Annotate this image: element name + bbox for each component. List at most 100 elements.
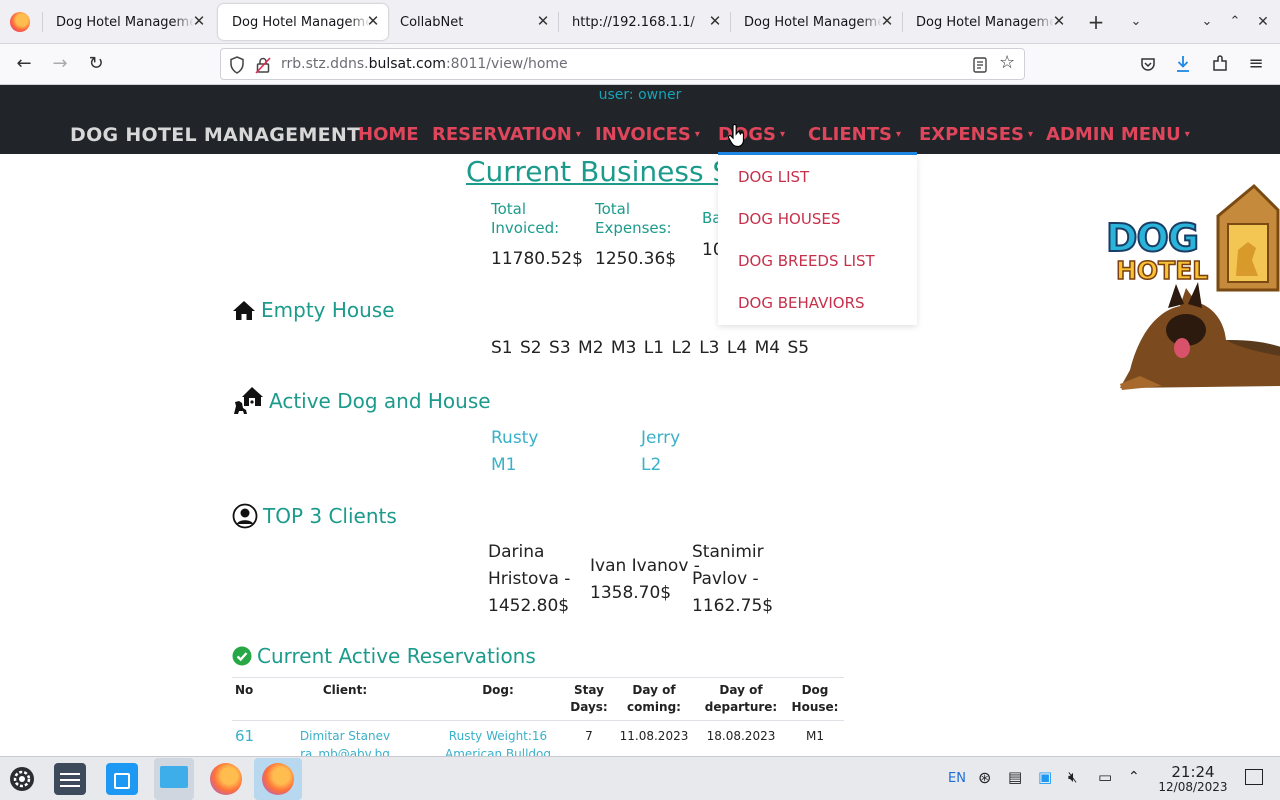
dropdown-dog-breeds-list[interactable]: DOG BREEDS LIST <box>738 252 875 270</box>
discover-store-icon[interactable] <box>106 763 138 795</box>
menu-reservation[interactable]: RESERVATION ▾ <box>432 124 581 145</box>
tab-title: http://192.168.1.1/ <box>572 14 695 30</box>
url-suffix: :8011/view/home <box>445 56 568 72</box>
firefox-view-icon[interactable] <box>10 12 30 32</box>
close-icon[interactable]: ✕ <box>190 12 208 30</box>
clipboard-icon[interactable]: ▤ <box>1008 768 1022 786</box>
brand-title[interactable]: DOG HOTEL MANAGEMENT <box>70 124 360 146</box>
dog-name: Rusty <box>491 428 539 448</box>
window-close-icon[interactable]: ✕ <box>1249 8 1277 36</box>
active-dog-item[interactable]: Jerry L2 <box>641 425 680 479</box>
back-arrow-icon[interactable]: ← <box>10 50 38 78</box>
page-title[interactable]: Current Business Si <box>466 155 738 188</box>
show-desktop-icon[interactable] <box>1245 769 1263 785</box>
client-line: Stanimir <box>692 542 764 562</box>
tab-dog-hotel-4[interactable]: Dog Hotel Management ✕ <box>902 4 1074 40</box>
url-text[interactable]: rrb.stz.ddns.bulsat.com:8011/view/home <box>281 56 568 72</box>
browser-nav-bar: ← → ↻ rrb.stz.ddns.bulsat.com:8011/view/… <box>0 44 1280 85</box>
close-icon[interactable]: ✕ <box>1050 12 1068 30</box>
dropdown-dog-houses[interactable]: DOG HOUSES <box>738 210 840 228</box>
network-status-icon[interactable]: ⊛ <box>978 768 991 787</box>
firefox-launcher-icon[interactable] <box>210 763 242 795</box>
close-icon[interactable]: ✕ <box>534 12 552 30</box>
reload-icon[interactable]: ↻ <box>82 50 110 78</box>
tab-router[interactable]: http://192.168.1.1/ ✕ <box>558 4 730 40</box>
label-line: Total <box>491 200 527 218</box>
total-expenses-value: 1250.36$ <box>595 249 677 269</box>
menu-clients[interactable]: CLIENTS ▾ <box>808 124 901 145</box>
empty-house-heading: Empty House <box>232 298 395 322</box>
col-no: No <box>232 677 260 721</box>
tab-title: Dog Hotel Management <box>232 14 370 30</box>
caret-down-icon: ▾ <box>575 129 581 140</box>
hand-pointer-cursor-icon <box>727 124 745 148</box>
new-tab-plus-icon[interactable]: + <box>1082 8 1110 36</box>
system-settings-icon[interactable] <box>54 763 86 795</box>
active-dog-heading: Active Dog and House <box>232 386 491 416</box>
clock-date: 12/08/2023 <box>1158 780 1228 794</box>
col-day-coming: Day of coming: <box>612 677 696 721</box>
client-line: Ivan Ivanov - <box>590 556 700 576</box>
top-client-item: Darina Hristova - 1452.80$ <box>488 539 570 620</box>
col-day-departure: Day of departure: <box>696 677 786 721</box>
firefox-icon <box>262 763 294 795</box>
close-icon[interactable]: ✕ <box>878 12 896 30</box>
tab-dog-hotel-2[interactable]: Dog Hotel Management ✕ <box>218 4 388 40</box>
clock-time: 21:24 <box>1171 763 1215 781</box>
volume-muted-icon[interactable]: 🔇︎ <box>1068 768 1077 786</box>
downloads-icon[interactable] <box>1175 55 1191 73</box>
address-bar[interactable]: rrb.stz.ddns.bulsat.com:8011/view/home ☆ <box>220 48 1025 80</box>
dropdown-dog-behaviors[interactable]: DOG BEHAVIORS <box>738 294 865 312</box>
menu-expenses[interactable]: EXPENSES ▾ <box>919 124 1033 145</box>
label-line: Total <box>595 200 631 218</box>
menu-invoices[interactable]: INVOICES ▾ <box>595 124 700 145</box>
col-client: Client: <box>260 677 430 721</box>
file-manager-task[interactable] <box>154 758 194 800</box>
reader-view-icon[interactable] <box>973 57 987 73</box>
caret-down-icon: ▾ <box>779 129 786 140</box>
caret-down-icon: ▾ <box>895 129 902 140</box>
forward-arrow-icon[interactable]: → <box>46 50 74 78</box>
extensions-puzzle-icon[interactable] <box>1212 55 1229 72</box>
hamburger-menu-icon[interactable]: ≡ <box>1242 50 1270 78</box>
tab-dog-hotel-3[interactable]: Dog Hotel Management ✕ <box>730 4 902 40</box>
minimize-chevron-icon[interactable]: ⌄ <box>1193 8 1221 36</box>
tab-dog-hotel-1[interactable]: Dog Hotel Management ✕ <box>42 4 214 40</box>
shield-icon[interactable] <box>229 56 245 74</box>
keyboard-layout[interactable]: EN <box>948 771 966 786</box>
tab-title: Dog Hotel Management <box>916 14 1054 30</box>
check-circle-icon <box>232 646 252 666</box>
menu-admin[interactable]: ADMIN MENU ▾ <box>1046 124 1190 145</box>
notifications-icon[interactable]: ▣ <box>1038 768 1052 786</box>
col-stay-days: Stay Days: <box>566 677 612 721</box>
total-expenses-label: Total Expenses: <box>595 200 672 238</box>
insecure-lock-icon[interactable] <box>255 56 271 74</box>
maximize-chevron-icon[interactable]: ⌃ <box>1221 8 1249 36</box>
menu-reservation-label: RESERVATION <box>432 124 572 145</box>
total-invoiced-label: Total Invoiced: <box>491 200 559 238</box>
close-icon[interactable]: ✕ <box>364 12 382 30</box>
menu-home-label: HOME <box>358 124 419 145</box>
active-dog-item[interactable]: Rusty M1 <box>491 425 538 479</box>
tab-title: Dog Hotel Management <box>56 14 194 30</box>
top-client-item: Stanimir Pavlov - 1162.75$ <box>692 539 773 620</box>
display-icon[interactable]: ▭ <box>1098 768 1112 786</box>
tray-expand-chevron-icon[interactable]: ⌃ <box>1128 769 1140 785</box>
col-dog: Dog: <box>430 677 566 721</box>
client-line: Darina <box>488 542 545 562</box>
dropdown-dog-list[interactable]: DOG LIST <box>738 168 809 186</box>
bookmark-star-icon[interactable]: ☆ <box>999 52 1015 73</box>
clock[interactable]: 21:24 12/08/2023 <box>1150 764 1236 794</box>
tab-collabnet[interactable]: CollabNet ✕ <box>386 4 558 40</box>
menu-invoices-label: INVOICES <box>595 124 691 145</box>
caret-down-icon: ▾ <box>694 129 700 140</box>
pocket-icon[interactable] <box>1140 56 1156 72</box>
user-circle-icon <box>232 503 258 529</box>
menu-home[interactable]: HOME <box>358 124 419 145</box>
firefox-active-task[interactable] <box>254 758 302 800</box>
start-menu-gear-icon[interactable] <box>8 765 36 793</box>
list-tabs-chevron-icon[interactable]: ⌄ <box>1122 8 1150 36</box>
folder-icon <box>160 766 188 788</box>
close-icon[interactable]: ✕ <box>706 12 724 30</box>
logo-dog-text: DOG <box>1105 215 1200 261</box>
